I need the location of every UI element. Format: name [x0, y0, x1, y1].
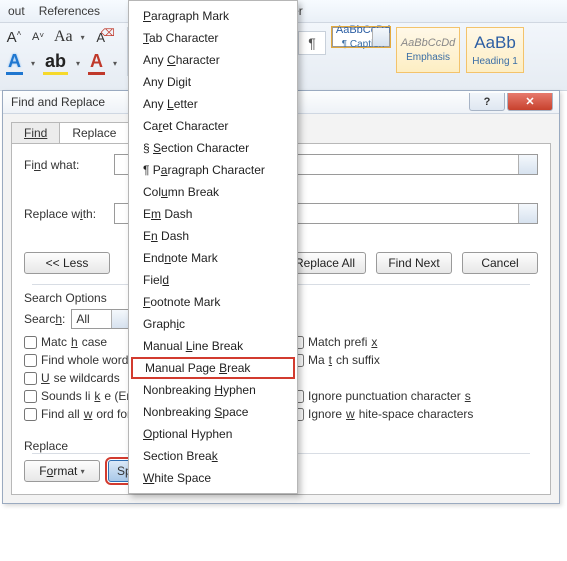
opt-ignore-punct[interactable]: Ignore punctuation characters [291, 389, 538, 403]
style-caption[interactable]: AaBbCcDd ¶ Caption [332, 27, 390, 47]
font-group: A˄ A˅ Aa▾ A⌫ A▾ ab▾ A▾ [6, 27, 128, 76]
search-direction-label: Search: [24, 312, 65, 326]
grow-font-icon[interactable]: A˄ [6, 29, 22, 46]
style-emphasis[interactable]: AaBbCcDd Emphasis [396, 27, 460, 73]
menu-item[interactable]: Em Dash [129, 203, 297, 225]
ribbon-tab[interactable]: References [39, 4, 100, 18]
menu-item[interactable]: § Section Character [129, 137, 297, 159]
menu-item[interactable]: Any Digit [129, 71, 297, 93]
menu-item[interactable]: Section Break [129, 445, 297, 467]
menu-item[interactable]: Tab Character [129, 27, 297, 49]
tab-replace[interactable]: Replace [59, 122, 129, 143]
format-button[interactable]: Format ▾ [24, 460, 100, 482]
menu-item[interactable]: Endnote Mark [129, 247, 297, 269]
font-color-button[interactable]: A [88, 51, 105, 75]
style-heading1[interactable]: AaBb Heading 1 [466, 27, 524, 73]
menu-item[interactable]: ¶ Paragraph Character [129, 159, 297, 181]
special-menu: Paragraph Mark Tab Character Any Charact… [128, 0, 298, 494]
highlight-button[interactable]: ab [43, 51, 68, 75]
search-direction-select[interactable]: All [71, 309, 129, 329]
menu-item[interactable]: White Space [129, 467, 297, 489]
help-button[interactable]: ? [469, 93, 505, 111]
menu-item[interactable]: Caret Character [129, 115, 297, 137]
find-next-button[interactable]: Find Next [376, 252, 452, 274]
tab-find[interactable]: Find [11, 122, 60, 143]
opt-match-prefix[interactable]: Match prefix [291, 335, 538, 349]
ribbon-tab[interactable]: out [8, 4, 25, 18]
menu-item[interactable]: Graphic [129, 313, 297, 335]
menu-item[interactable]: Column Break [129, 181, 297, 203]
menu-item[interactable]: Nonbreaking Space [129, 401, 297, 423]
menu-item[interactable]: Paragraph Mark [129, 5, 297, 27]
menu-item[interactable]: Footnote Mark [129, 291, 297, 313]
replace-with-label: Replace with: [24, 207, 114, 221]
menu-item[interactable]: Any Letter [129, 93, 297, 115]
dialog-title: Find and Replace [11, 95, 105, 109]
paragraph-mark-toggle[interactable]: ¶ [298, 31, 326, 55]
menu-item[interactable]: Manual Line Break [129, 335, 297, 357]
menu-item[interactable]: En Dash [129, 225, 297, 247]
styles-group: ¶ AaBbCcDd ¶ Caption AaBbCcDd Emphasis A… [298, 27, 524, 76]
menu-item-highlighted[interactable]: Manual Page Break [131, 357, 295, 379]
menu-item[interactable]: Field [129, 269, 297, 291]
opt-ignore-ws[interactable]: Ignore white-space characters [291, 407, 538, 421]
close-button[interactable]: ✕ [507, 93, 553, 111]
text-effects-button[interactable]: A [6, 51, 23, 75]
find-what-label: Find what: [24, 158, 114, 172]
menu-item[interactable]: Nonbreaking Hyphen [129, 379, 297, 401]
menu-item[interactable]: Any Character [129, 49, 297, 71]
clear-format-icon[interactable]: A⌫ [93, 30, 109, 45]
less-button[interactable]: << Less [24, 252, 110, 274]
opt-match-suffix[interactable]: Match suffix [291, 353, 538, 367]
change-case-button[interactable]: Aa [54, 28, 73, 46]
cancel-button[interactable]: Cancel [462, 252, 538, 274]
menu-item[interactable]: Optional Hyphen [129, 423, 297, 445]
shrink-font-icon[interactable]: A˅ [30, 31, 46, 43]
